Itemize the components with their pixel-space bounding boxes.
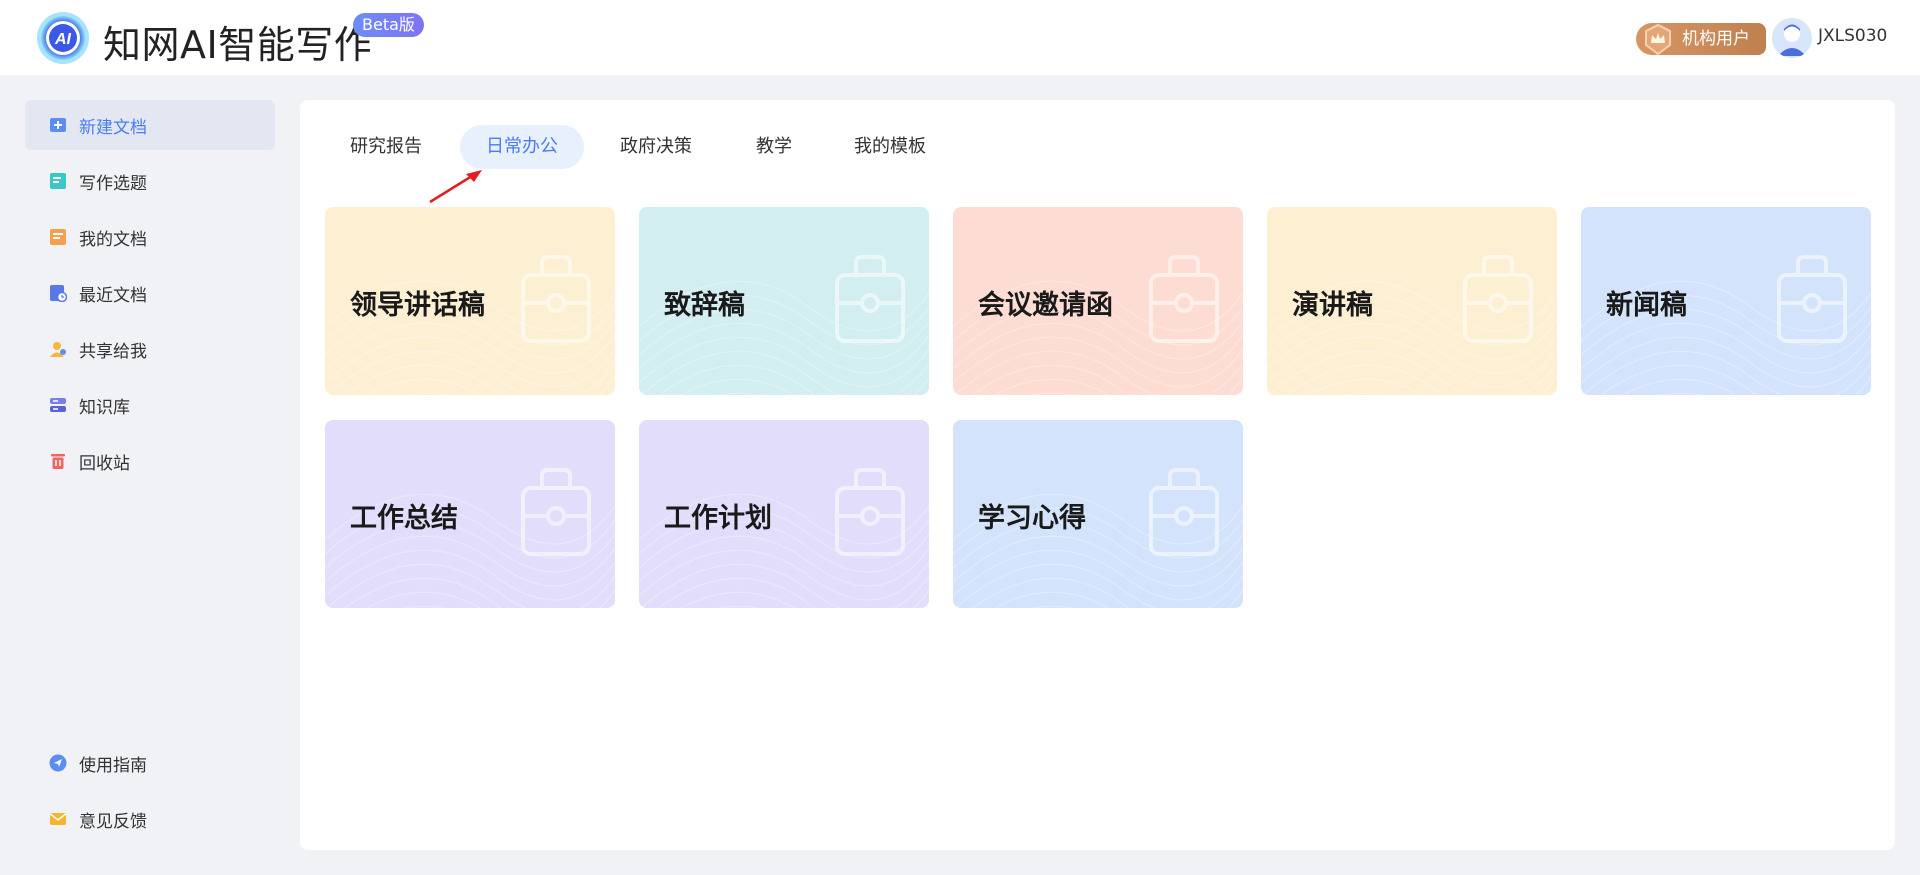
template-card[interactable]: 学习心得 (953, 420, 1243, 608)
sidebar-item-guide[interactable]: 使用指南 (25, 738, 275, 788)
sidebar-item-label: 我的文档 (79, 229, 147, 250)
card-title: 新闻稿 (1606, 290, 1687, 321)
card-title: 演讲稿 (1292, 290, 1373, 321)
sidebar-item-label: 新建文档 (79, 117, 147, 138)
sidebar-item-knowledge-base[interactable]: 知识库 (25, 380, 275, 430)
briefcase-icon (1149, 255, 1219, 343)
my-docs-icon (50, 229, 66, 245)
briefcase-icon (521, 468, 591, 556)
template-card[interactable]: 演讲稿 (1267, 207, 1557, 395)
card-title: 领导讲话稿 (350, 290, 485, 321)
template-card[interactable]: 领导讲话稿 (325, 207, 615, 395)
guide-icon (49, 754, 67, 772)
sidebar-item-label: 写作选题 (79, 173, 147, 194)
briefcase-icon (1463, 255, 1533, 343)
briefcase-icon (835, 255, 905, 343)
top-header: AI 知网AI智能写作 Beta版 机构用户 JXLS030 (0, 0, 1920, 75)
tab-my-templates[interactable]: 我的模板 (828, 125, 952, 169)
app-logo[interactable]: AI (36, 11, 90, 65)
template-card[interactable]: 新闻稿 (1581, 207, 1871, 395)
org-user-label: 机构用户 (1682, 29, 1750, 49)
recycle-bin-icon (51, 454, 65, 469)
main-panel: 研究报告 日常办公 政府决策 教学 我的模板 领导讲话稿 致辞稿 会议邀请函 演讲稿 新… (300, 100, 1895, 850)
sidebar-item-label: 使用指南 (79, 755, 147, 776)
logo-text: AI (54, 31, 72, 48)
annotation-arrow-icon (429, 170, 482, 204)
sidebar-item-label: 知识库 (79, 397, 130, 418)
sidebar-item-label: 最近文档 (79, 285, 147, 306)
card-title: 工作总结 (350, 503, 458, 534)
briefcase-icon (1777, 255, 1847, 343)
tab-daily-office[interactable]: 日常办公 (460, 125, 584, 169)
sidebar-item-shared[interactable]: 共享给我 (25, 324, 275, 374)
template-card[interactable]: 工作计划 (639, 420, 929, 608)
topic-icon (50, 173, 66, 189)
sidebar-item-recycle-bin[interactable]: 回收站 (25, 436, 275, 486)
crown-icon (1645, 23, 1671, 56)
user-avatar[interactable] (1772, 18, 1812, 58)
tab-research-report[interactable]: 研究报告 (324, 125, 448, 169)
card-title: 致辞稿 (664, 290, 745, 321)
sidebar: 新建文档 写作选题 我的文档 最近文档 共享给我 知识库 回收站 使用指南 意见… (0, 75, 300, 875)
org-user-badge[interactable]: 机构用户 (1636, 23, 1766, 56)
card-title: 工作计划 (664, 503, 772, 534)
template-card[interactable]: 工作总结 (325, 420, 615, 608)
recent-docs-icon (50, 285, 67, 302)
sidebar-item-topic[interactable]: 写作选题 (25, 156, 275, 206)
sidebar-item-label: 回收站 (79, 453, 130, 474)
sidebar-item-label: 共享给我 (79, 341, 147, 362)
briefcase-icon (1149, 468, 1219, 556)
template-card[interactable]: 会议邀请函 (953, 207, 1243, 395)
template-card[interactable]: 致辞稿 (639, 207, 929, 395)
briefcase-icon (835, 468, 905, 556)
sidebar-item-label: 意见反馈 (79, 811, 147, 832)
avatar-icon (1772, 18, 1812, 58)
feedback-icon (50, 813, 66, 825)
knowledge-base-icon (50, 398, 66, 412)
sidebar-item-new-doc[interactable]: 新建文档 (25, 100, 275, 150)
beta-badge: Beta版 (353, 13, 424, 37)
briefcase-icon (521, 255, 591, 343)
sidebar-item-my-docs[interactable]: 我的文档 (25, 212, 275, 262)
app-title: 知网AI智能写作 (103, 23, 373, 67)
new-doc-icon (50, 118, 66, 132)
username[interactable]: JXLS030 (1818, 26, 1887, 46)
tab-teaching[interactable]: 教学 (730, 125, 818, 169)
sidebar-item-feedback[interactable]: 意见反馈 (25, 794, 275, 844)
sidebar-item-recent-docs[interactable]: 最近文档 (25, 268, 275, 318)
card-title: 会议邀请函 (978, 290, 1113, 321)
card-title: 学习心得 (978, 503, 1086, 534)
tab-government-decision[interactable]: 政府决策 (594, 125, 718, 169)
shared-icon (50, 342, 66, 357)
